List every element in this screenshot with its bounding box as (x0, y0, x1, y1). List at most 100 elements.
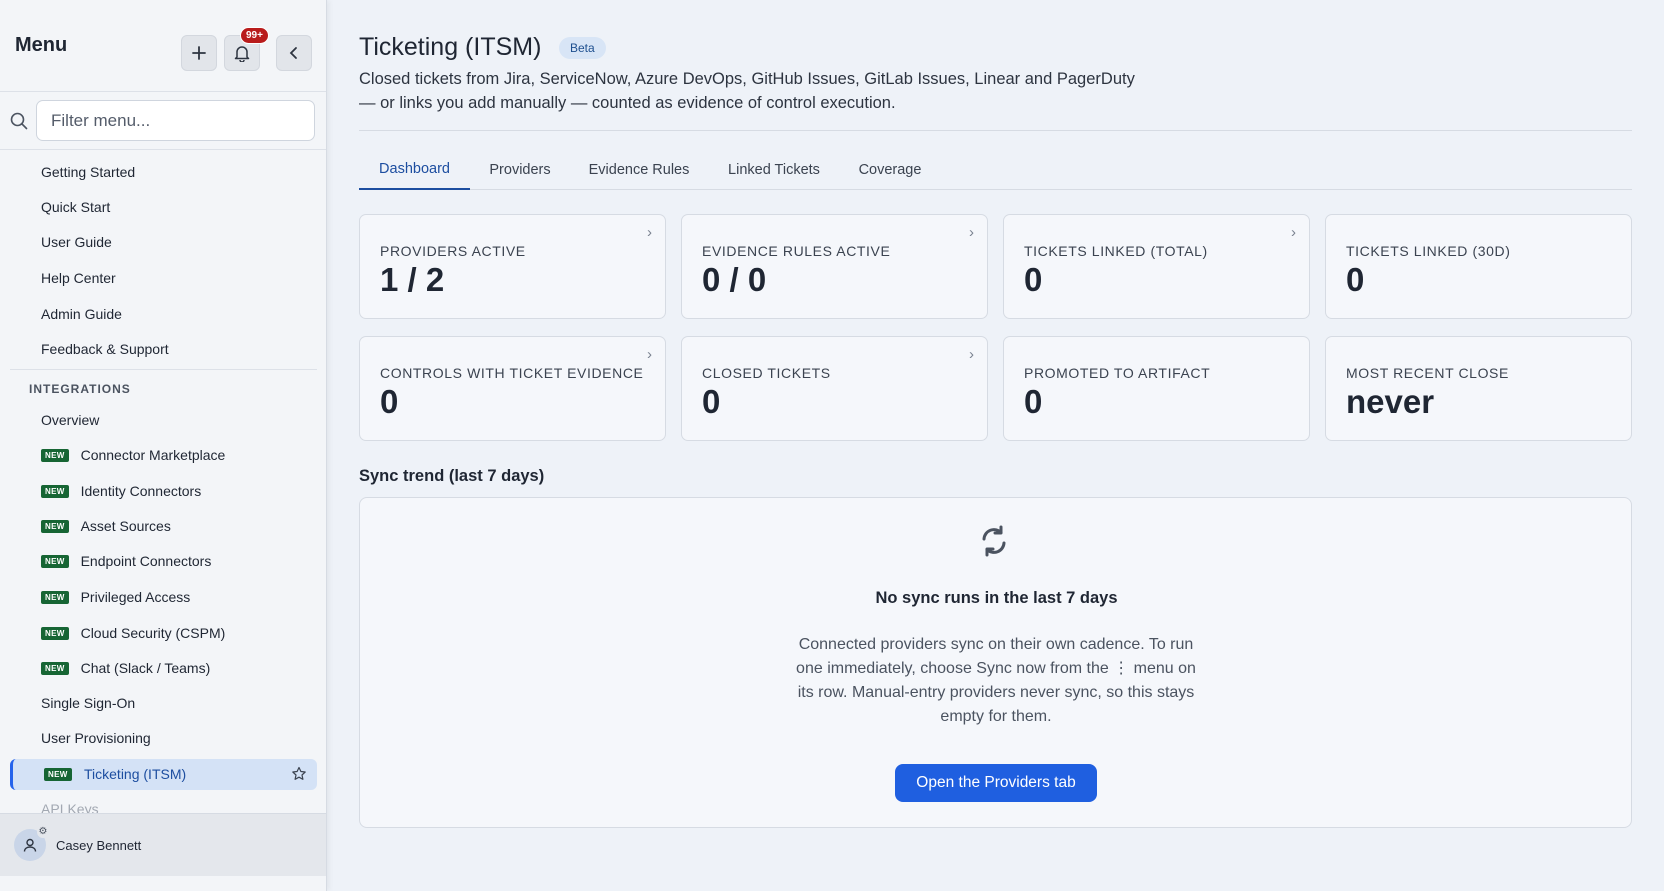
avatar: ⚙ (14, 826, 49, 861)
new-tag: NEW (41, 519, 69, 533)
new-tag: NEW (41, 554, 69, 568)
sidebar-item-user-provisioning[interactable]: User Provisioning (41, 723, 151, 753)
stat-value: 0 (1346, 261, 1365, 298)
sidebar-item-getting-started[interactable]: Getting Started (41, 157, 135, 187)
stat-label: PROMOTED TO ARTIFACT (1024, 365, 1211, 381)
tab-providers[interactable]: Providers (470, 150, 570, 190)
sidebar-item-ticketing-active[interactable]: NEW Ticketing (ITSM) (10, 759, 317, 790)
tab-evidence-rules[interactable]: Evidence Rules (570, 150, 708, 190)
stat-value: 1 / 2 (380, 261, 445, 298)
sidebar-item-connector-marketplace[interactable]: NEW Connector Marketplace (41, 440, 225, 470)
chevron-left-icon (289, 47, 297, 59)
sidebar-item-api-keys[interactable]: API Keys (41, 794, 99, 813)
new-tag: NEW (41, 626, 69, 640)
new-tag: NEW (41, 484, 69, 498)
sidebar-header: Menu 99+ (0, 0, 326, 92)
sidebar-item-chat[interactable]: NEW Chat (Slack / Teams) (41, 653, 210, 683)
sidebar-item-overview[interactable]: Overview (41, 405, 99, 435)
stat-value: 0 (1024, 261, 1043, 298)
stat-label: EVIDENCE RULES ACTIVE (702, 243, 891, 259)
page-title: Ticketing (ITSM) (359, 33, 542, 61)
stat-card-tickets-linked-30d: TICKETS LINKED (30D) 0 (1325, 214, 1632, 319)
sidebar-item-label: Connector Marketplace (80, 447, 226, 463)
sidebar-title: Menu (15, 34, 68, 56)
sidebar-item-endpoint-connectors[interactable]: NEW Endpoint Connectors (41, 546, 211, 576)
sidebar-item-label: Identity Connectors (80, 483, 202, 499)
stat-card-tickets-linked-total[interactable]: › TICKETS LINKED (TOTAL) 0 (1003, 214, 1310, 319)
sidebar-item-cloud-security[interactable]: NEW Cloud Security (CSPM) (41, 618, 225, 648)
settings-gear-icon: ⚙ (37, 826, 49, 838)
stat-value: 0 (380, 383, 399, 420)
sync-empty-title: No sync runs in the last 7 days (875, 589, 1118, 607)
open-providers-tab-button[interactable]: Open the Providers tab (895, 764, 1097, 802)
tab-coverage[interactable]: Coverage (840, 150, 940, 190)
stat-label: CONTROLS WITH TICKET EVIDENCE (380, 365, 644, 381)
page-description: Closed tickets from Jira, ServiceNow, Az… (359, 67, 1159, 115)
description-line-1: Closed tickets from Jira, ServiceNow, Az… (359, 70, 1135, 88)
collapse-sidebar-button[interactable] (276, 35, 312, 71)
sidebar-menu-list: Getting Started Quick Start User Guide H… (0, 153, 326, 813)
stat-label: MOST RECENT CLOSE (1346, 365, 1509, 381)
user-icon (23, 838, 37, 852)
chevron-right-icon: › (969, 224, 974, 241)
stat-value: never (1346, 383, 1435, 420)
stat-label: TICKETS LINKED (30D) (1346, 243, 1511, 259)
new-tag: NEW (41, 661, 69, 675)
beta-badge: Beta (559, 37, 606, 59)
sidebar-search (0, 92, 326, 150)
stat-label: CLOSED TICKETS (702, 365, 831, 381)
sidebar-divider (10, 369, 317, 370)
stat-card-promoted-to-artifact: PROMOTED TO ARTIFACT 0 (1003, 336, 1310, 441)
chevron-right-icon: › (969, 346, 974, 363)
stat-value: 0 (702, 383, 721, 420)
stat-card-closed-tickets[interactable]: › CLOSED TICKETS 0 (681, 336, 988, 441)
chevron-right-icon: › (647, 224, 652, 241)
stat-label: PROVIDERS ACTIVE (380, 243, 526, 259)
sidebar-section-integrations: INTEGRATIONS (29, 382, 131, 396)
sidebar-item-asset-sources[interactable]: NEW Asset Sources (41, 511, 171, 541)
sidebar-item-label: Endpoint Connectors (80, 553, 212, 569)
stat-card-providers-active[interactable]: › PROVIDERS ACTIVE 1 / 2 (359, 214, 666, 319)
notification-count-badge: 99+ (240, 27, 269, 44)
sidebar-item-label: Cloud Security (CSPM) (80, 625, 226, 641)
stat-value: 0 (1024, 383, 1043, 420)
tab-linked-tickets[interactable]: Linked Tickets (708, 150, 840, 190)
sync-empty-text: Connected providers sync on their own ca… (796, 636, 1196, 725)
sync-trend-title: Sync trend (last 7 days) (359, 467, 545, 485)
header-divider (359, 130, 1632, 131)
sidebar-item-admin-guide[interactable]: Admin Guide (41, 299, 122, 329)
sidebar-item-user-guide[interactable]: User Guide (41, 227, 112, 257)
sidebar-item-label: Chat (Slack / Teams) (80, 660, 211, 676)
bell-icon (234, 46, 250, 62)
sidebar-item-label: Privileged Access (80, 589, 191, 605)
add-button[interactable] (181, 35, 217, 71)
new-tag: NEW (44, 768, 72, 781)
sidebar-item-identity-connectors[interactable]: NEW Identity Connectors (41, 476, 201, 506)
sidebar: Menu 99+ Getting Started Quick Start Use… (0, 0, 327, 891)
sync-trend-panel: No sync runs in the last 7 days Connecte… (359, 497, 1632, 828)
stat-card-most-recent-close: MOST RECENT CLOSE never (1325, 336, 1632, 441)
stat-card-controls-with-ticket-evidence[interactable]: › CONTROLS WITH TICKET EVIDENCE 0 (359, 336, 666, 441)
sidebar-item-feedback-support[interactable]: Feedback & Support (41, 334, 169, 364)
user-name: Casey Bennett (56, 837, 142, 853)
stat-card-evidence-rules-active[interactable]: › EVIDENCE RULES ACTIVE 0 / 0 (681, 214, 988, 319)
stat-label: TICKETS LINKED (TOTAL) (1024, 243, 1208, 259)
notifications-button[interactable]: 99+ (224, 27, 269, 71)
chevron-right-icon: › (647, 346, 652, 363)
new-tag: NEW (41, 448, 69, 462)
tab-bar: Dashboard Providers Evidence Rules Linke… (359, 150, 1632, 190)
refresh-icon (982, 525, 1006, 557)
sidebar-item-single-sign-on[interactable]: Single Sign-On (41, 688, 135, 718)
star-icon[interactable] (291, 766, 307, 782)
stat-value: 0 / 0 (702, 261, 767, 298)
chevron-right-icon: › (1291, 224, 1296, 241)
sidebar-item-label: Ticketing (ITSM) (84, 766, 187, 782)
new-tag: NEW (41, 590, 69, 604)
user-profile-footer[interactable]: ⚙ Casey Bennett (0, 813, 326, 876)
sidebar-item-quick-start[interactable]: Quick Start (41, 192, 110, 222)
tab-dashboard[interactable]: Dashboard (359, 150, 470, 190)
sidebar-item-privileged-access[interactable]: NEW Privileged Access (41, 582, 190, 612)
filter-menu-input[interactable] (36, 100, 315, 141)
sidebar-item-help-center[interactable]: Help Center (41, 263, 116, 293)
plus-icon (192, 46, 206, 60)
